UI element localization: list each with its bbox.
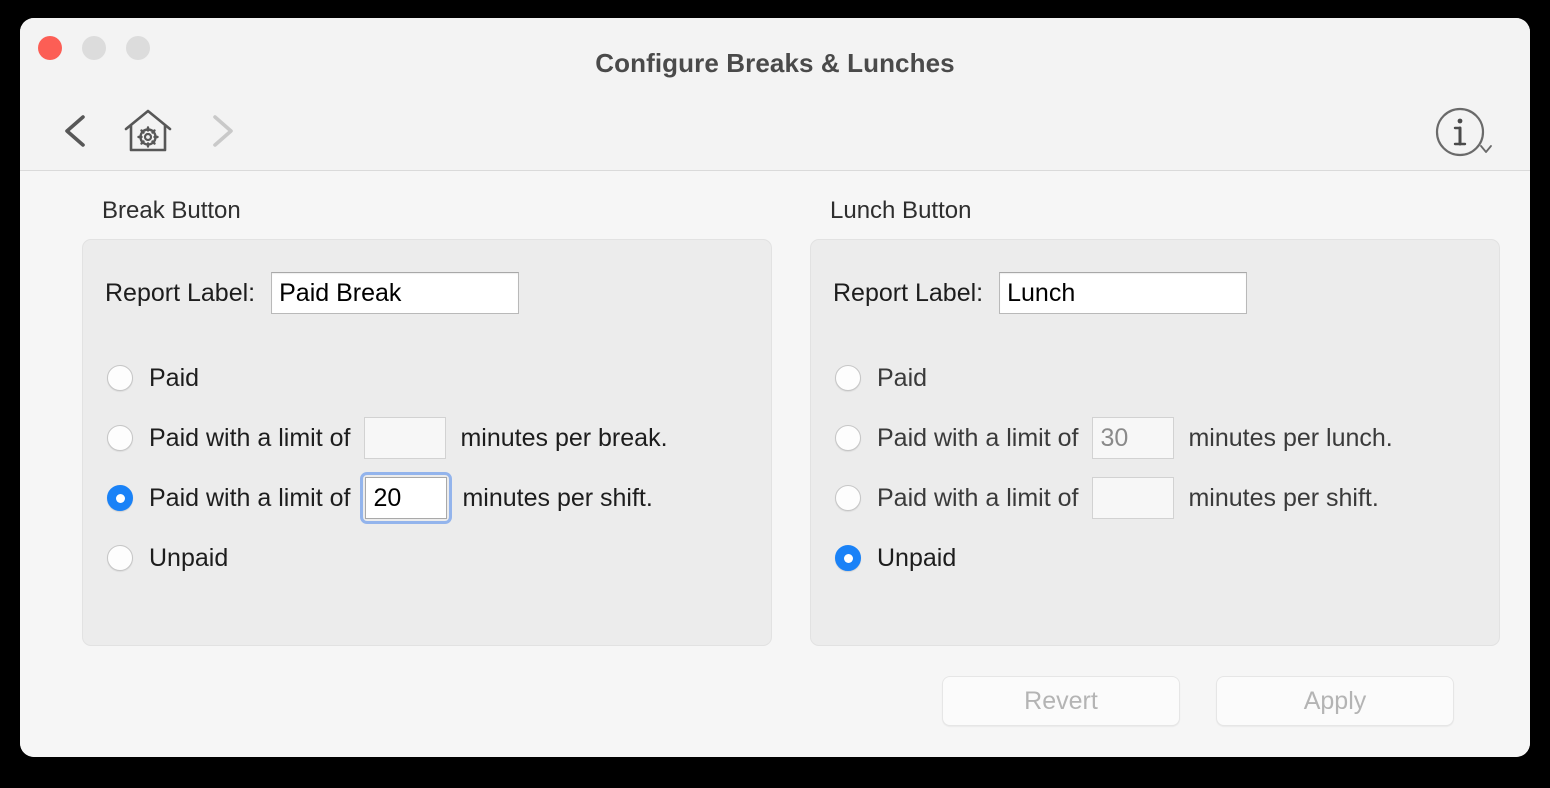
radio-icon[interactable]	[107, 365, 133, 391]
break-option-paid[interactable]: Paid	[107, 348, 747, 408]
break-minutes-per-shift-suffix: minutes per shift.	[462, 483, 653, 512]
lunch-minutes-per-lunch-input[interactable]	[1092, 417, 1175, 459]
house-gear-icon[interactable]	[120, 106, 176, 156]
lunch-option-limit-per-lunch-label: Paid with a limit of	[877, 423, 1079, 452]
back-chevron-icon[interactable]	[56, 109, 96, 153]
titlebar: Configure Breaks & Lunches	[20, 18, 1530, 92]
radio-icon[interactable]	[835, 365, 861, 391]
break-report-label: Report Label:	[105, 278, 256, 307]
revert-button[interactable]: Revert	[942, 676, 1180, 726]
lunch-minutes-per-shift-suffix: minutes per shift.	[1188, 483, 1379, 512]
break-option-limit-per-shift-label: Paid with a limit of	[149, 483, 351, 512]
break-minutes-per-break-suffix: minutes per break.	[460, 423, 668, 452]
radio-icon-selected[interactable]	[107, 485, 133, 511]
break-option-unpaid-label: Unpaid	[149, 543, 229, 572]
break-option-paid-label: Paid	[149, 363, 200, 392]
lunch-option-paid[interactable]: Paid	[835, 348, 1475, 408]
footer-buttons: Revert Apply	[942, 676, 1454, 726]
lunch-section-title: Lunch Button	[830, 197, 972, 224]
content-area: Break Button Report Label: Paid Break Pa…	[20, 171, 1530, 757]
break-radio-group: Paid Paid with a limit of minutes per br…	[107, 348, 747, 588]
lunch-minutes-per-shift-field-wrap	[1078, 477, 1188, 519]
forward-chevron-icon[interactable]	[202, 109, 242, 153]
lunch-minutes-per-shift-input[interactable]	[1092, 477, 1175, 519]
break-minutes-per-break-field-wrap	[350, 417, 460, 459]
break-report-label-row: Report Label:	[105, 272, 520, 314]
lunch-section: Lunch Button Report Label: Paid	[810, 197, 1500, 646]
break-option-limit-per-shift[interactable]: Paid with a limit of minutes per shift.	[107, 468, 747, 528]
lunch-report-label-row: Report Label:	[833, 272, 1248, 314]
lunch-groupbox: Report Label: Paid Paid with a limit of	[810, 239, 1500, 646]
break-minutes-per-shift-field-wrap	[360, 472, 453, 524]
radio-icon[interactable]	[835, 425, 861, 451]
break-option-limit-per-break-label: Paid with a limit of	[149, 423, 351, 452]
lunch-report-label: Report Label:	[833, 278, 984, 307]
lunch-option-limit-per-shift[interactable]: Paid with a limit of minutes per shift.	[835, 468, 1475, 528]
lunch-option-unpaid-label: Unpaid	[877, 543, 957, 572]
break-minutes-per-break-input[interactable]	[364, 417, 447, 459]
break-report-input[interactable]	[271, 272, 520, 314]
apply-button[interactable]: Apply	[1216, 676, 1454, 726]
break-section: Break Button Report Label: Paid Break Pa…	[82, 197, 772, 646]
lunch-radio-group: Paid Paid with a limit of minutes per lu…	[835, 348, 1475, 588]
lunch-option-limit-per-shift-label: Paid with a limit of	[877, 483, 1079, 512]
break-option-unpaid[interactable]: Unpaid	[107, 528, 747, 588]
break-groupbox: Report Label: Paid Paid with a limit of	[82, 239, 772, 646]
lunch-minutes-per-lunch-field-wrap	[1078, 417, 1188, 459]
app-window: Configure Breaks & Lunches Break Button …	[20, 18, 1530, 757]
break-option-limit-per-break[interactable]: Paid with a limit of minutes per break.	[107, 408, 747, 468]
break-minutes-per-shift-input[interactable]	[365, 477, 448, 519]
toolbar	[20, 92, 1530, 171]
lunch-option-unpaid[interactable]: Unpaid	[835, 528, 1475, 588]
radio-icon[interactable]	[107, 545, 133, 571]
chevron-down-icon[interactable]	[1478, 142, 1494, 156]
lunch-minutes-per-lunch-suffix: minutes per lunch.	[1188, 423, 1393, 452]
screen: Configure Breaks & Lunches Break Button …	[0, 0, 1550, 788]
page-title: Configure Breaks & Lunches	[595, 48, 955, 78]
radio-icon-selected[interactable]	[835, 545, 861, 571]
lunch-report-input[interactable]	[999, 272, 1248, 314]
radio-icon[interactable]	[835, 485, 861, 511]
lunch-option-paid-label: Paid	[877, 363, 928, 392]
break-section-title: Break Button	[102, 197, 241, 224]
lunch-option-limit-per-lunch[interactable]: Paid with a limit of minutes per lunch.	[835, 408, 1475, 468]
radio-icon[interactable]	[107, 425, 133, 451]
